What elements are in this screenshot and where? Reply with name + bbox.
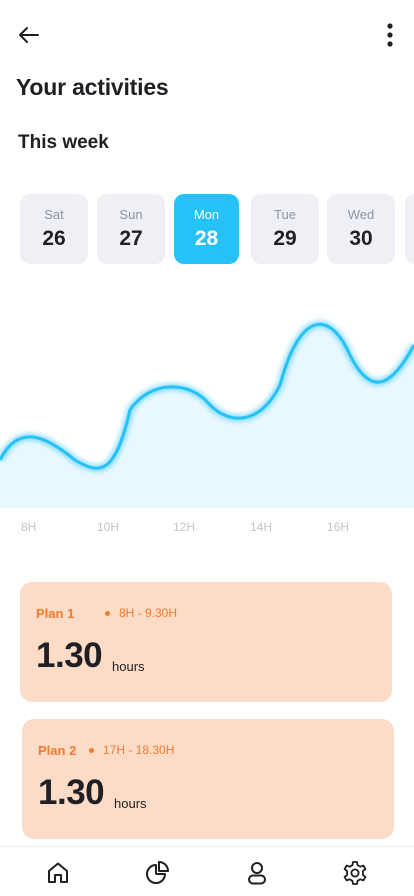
x-tick-label: 8H [21, 520, 36, 534]
day-name: Sun [119, 207, 143, 222]
day-selector: Sat 26 Sun 27 Mon 28 Tue 29 Wed 30 [0, 194, 414, 266]
day-name: Tue [274, 207, 296, 222]
day-card-wed[interactable]: Wed 30 [327, 194, 395, 264]
settings-icon [343, 861, 367, 885]
day-card-next-partial[interactable] [405, 194, 414, 264]
day-number: 30 [349, 227, 373, 250]
day-card-sat[interactable]: Sat 26 [20, 194, 88, 264]
plan-card[interactable]: Plan 2 17H - 18.30H 1.30 hours [22, 719, 394, 839]
profile-icon [248, 862, 266, 885]
day-number: 27 [119, 227, 143, 250]
plan-card[interactable]: Plan 1 8H - 9.30H 1.30 hours [20, 582, 392, 702]
day-card-sun[interactable]: Sun 27 [97, 194, 165, 264]
nav-stats-button[interactable] [140, 855, 176, 891]
day-number: 29 [273, 227, 297, 250]
activity-chart: 8H 10H 12H 14H 16H [0, 300, 414, 550]
top-bar [0, 0, 414, 70]
home-icon [48, 862, 68, 883]
x-tick-label: 14H [250, 520, 272, 534]
day-name: Sat [44, 207, 64, 222]
back-arrow-icon [19, 27, 39, 43]
day-number: 26 [42, 227, 66, 250]
plan-name: Plan 1 [36, 606, 75, 621]
day-card-mon[interactable]: Mon 28 [174, 194, 239, 264]
activity-chart-svg: 8H 10H 12H 14H 16H [0, 320, 414, 534]
plan-time: 8H - 9.30H [119, 606, 178, 620]
plan-duration: 1.30 [38, 773, 105, 812]
more-options-button[interactable] [378, 20, 402, 52]
plan-duration: 1.30 [36, 636, 103, 675]
x-tick-label: 12H [173, 520, 195, 534]
day-name: Mon [193, 207, 220, 222]
plan-name: Plan 2 [38, 743, 77, 758]
day-card-tue[interactable]: Tue 29 [251, 194, 319, 264]
day-number: 28 [194, 227, 219, 250]
separator-dot [89, 748, 94, 753]
more-vertical-icon [387, 23, 393, 47]
back-button[interactable] [14, 22, 44, 48]
separator-dot [105, 611, 110, 616]
page-title: Your activities [16, 74, 169, 100]
nav-settings-button[interactable] [337, 855, 373, 891]
plan-time: 17H - 18.30H [103, 743, 175, 757]
bottom-navigation [0, 846, 414, 896]
day-name: Wed [347, 207, 375, 222]
nav-home-button[interactable] [40, 855, 76, 891]
activities-screen: Your activities This week Sat 26 Sun 27 … [0, 0, 414, 896]
plan-duration-unit: hours [114, 796, 147, 811]
plan-duration-unit: hours [112, 659, 145, 674]
nav-profile-button[interactable] [239, 855, 275, 891]
x-tick-label: 16H [327, 520, 349, 534]
chart-pie-icon [146, 861, 169, 884]
x-tick-label: 10H [97, 520, 119, 534]
section-title: This week [18, 132, 109, 153]
